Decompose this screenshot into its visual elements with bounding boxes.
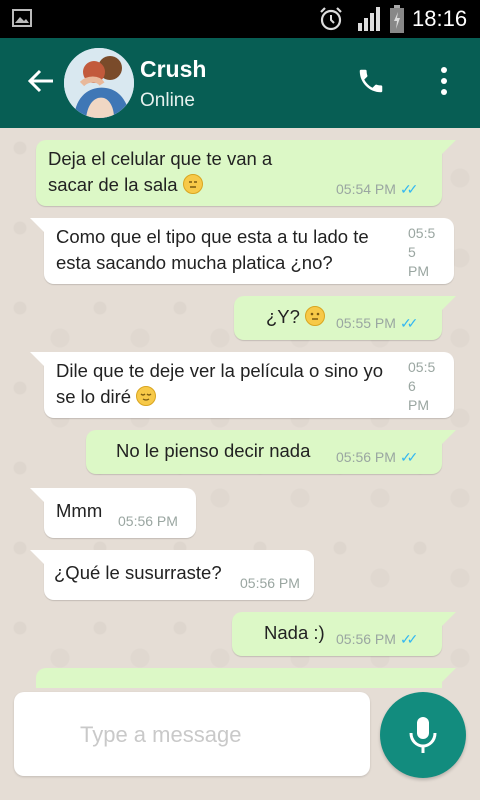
- avatar[interactable]: [64, 48, 134, 118]
- time-part: 05:5: [408, 359, 436, 375]
- message-meta: 05:56 PM ✓✓: [336, 626, 419, 652]
- message-line: Mmm: [56, 500, 103, 521]
- neutral-face-icon: [305, 306, 326, 326]
- chat-header: Crush Online: [0, 38, 480, 128]
- message-time: 05:5 6 PM: [408, 358, 438, 415]
- outgoing-message[interactable]: Deja el celular que te van a sacar de la…: [36, 140, 456, 206]
- read-ticks-icon: ✓✓: [399, 631, 419, 647]
- message-list[interactable]: Deja el celular que te van a sacar de la…: [0, 128, 480, 688]
- time-part: PM: [408, 397, 429, 413]
- image-notification-icon: [12, 9, 32, 27]
- read-ticks-icon: ✓✓: [399, 315, 419, 331]
- outgoing-message[interactable]: No le pienso decir nada 05:56 PM ✓✓: [86, 430, 456, 474]
- message-text: Nada :): [264, 620, 325, 646]
- message-text: Mmm: [56, 498, 102, 524]
- message-input[interactable]: [78, 716, 352, 754]
- message-line: esta sacando mucha platica ¿no?: [56, 252, 333, 273]
- read-ticks-icon: ✓✓: [399, 181, 419, 197]
- outgoing-message-partial[interactable]: [36, 668, 456, 688]
- message-line: Como que el tipo que esta a tu lado te: [56, 226, 369, 247]
- incoming-message[interactable]: ¿Qué le susurraste? 05:56 PM: [30, 550, 314, 600]
- mic-button[interactable]: [380, 692, 466, 778]
- avatar-illustration: [64, 48, 134, 118]
- message-text: Dile que te deje ver la película o sino …: [56, 358, 383, 410]
- message-text: Deja el celular que te van a sacar de la…: [48, 146, 272, 198]
- time-part: 6: [408, 378, 416, 394]
- message-line: se lo diré: [56, 386, 132, 407]
- back-arrow-icon[interactable]: [26, 66, 56, 96]
- relieved-face-icon: [136, 386, 157, 406]
- time-part: 05:5: [408, 225, 436, 241]
- signal-icon: [358, 7, 380, 31]
- incoming-message[interactable]: Dile que te deje ver la película o sino …: [30, 352, 454, 418]
- composer-bar: [0, 688, 480, 800]
- clock: 18:16: [412, 6, 468, 31]
- expressionless-face-icon: [182, 174, 203, 194]
- message-line: No le pienso decir nada: [116, 440, 311, 461]
- message-time: 05:55 PM: [336, 315, 396, 331]
- battery-icon: [390, 5, 404, 33]
- message-meta: 05:54 PM ✓✓: [336, 176, 419, 202]
- message-meta: 05:55 PM ✓✓: [336, 310, 419, 336]
- message-text: ¿Y?: [266, 304, 326, 330]
- overflow-menu-icon[interactable]: [434, 66, 454, 96]
- message-time: 05:56 PM: [118, 513, 178, 529]
- time-part: 5: [408, 244, 416, 260]
- contact-name[interactable]: Crush: [140, 56, 206, 83]
- message-text: ¿Qué le susurraste?: [54, 560, 222, 586]
- microphone-icon: [409, 717, 437, 753]
- message-time: 05:54 PM: [336, 181, 396, 197]
- phone-icon[interactable]: [356, 66, 386, 96]
- message-text: No le pienso decir nada: [116, 438, 310, 464]
- message-time: 05:56 PM: [240, 575, 300, 591]
- message-time: 05:56 PM: [336, 449, 396, 465]
- message-line: ¿Y?: [266, 306, 300, 327]
- contact-status: Online: [140, 90, 195, 111]
- alarm-icon: [320, 7, 342, 31]
- status-bar: 18:16: [0, 0, 480, 38]
- message-line: Deja el celular que te van a: [48, 148, 273, 169]
- time-part: PM: [408, 263, 429, 279]
- message-time: 05:56 PM: [336, 631, 396, 647]
- message-line: Dile que te deje ver la película o sino …: [56, 360, 384, 381]
- message-text: Como que el tipo que esta a tu lado te e…: [56, 224, 369, 276]
- message-line: ¿Qué le susurraste?: [54, 562, 222, 583]
- incoming-message[interactable]: Como que el tipo que esta a tu lado te e…: [30, 218, 454, 284]
- message-meta: 05:56 PM ✓✓: [336, 444, 419, 470]
- read-ticks-icon: ✓✓: [399, 449, 419, 465]
- outgoing-message[interactable]: ¿Y? 05:55 PM ✓✓: [234, 296, 456, 340]
- message-input-container[interactable]: [14, 692, 370, 776]
- message-time: 05:5 5 PM: [408, 224, 438, 281]
- incoming-message[interactable]: Mmm 05:56 PM: [30, 488, 196, 538]
- message-line: sacar de la sala: [48, 174, 178, 195]
- message-line: Nada :): [264, 622, 325, 643]
- outgoing-message[interactable]: Nada :) 05:56 PM ✓✓: [232, 612, 456, 656]
